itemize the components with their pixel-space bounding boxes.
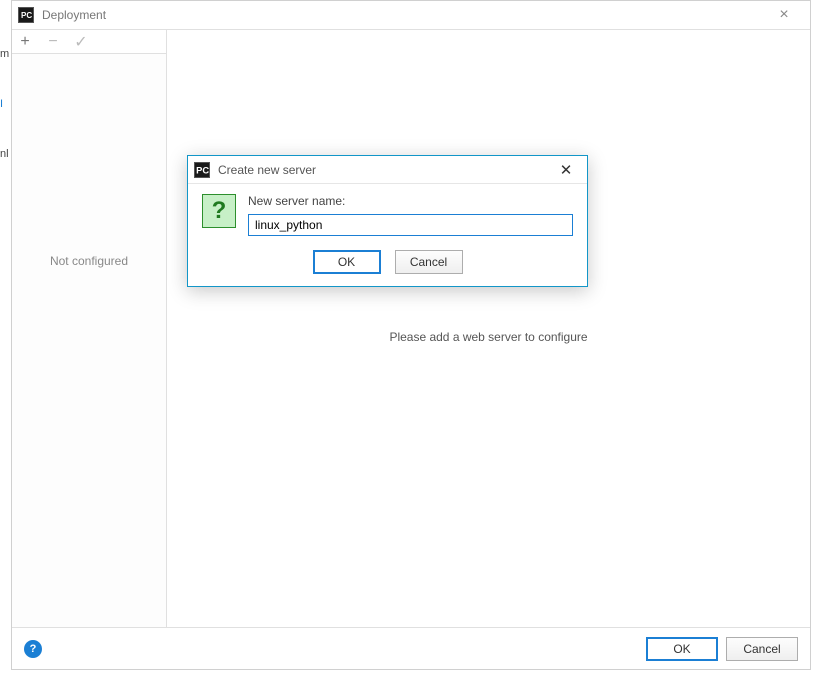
window-titlebar: PC Deployment ×: [12, 1, 810, 29]
pycharm-icon: PC: [18, 7, 34, 23]
svg-text:PC: PC: [196, 165, 209, 175]
deployment-window: PC Deployment × + − ✓ Not configured Ple…: [11, 0, 811, 670]
dialog-ok-button[interactable]: OK: [313, 250, 381, 274]
dialog-fields: New server name:: [248, 194, 573, 236]
pycharm-icon: PC: [194, 162, 210, 178]
set-default-button[interactable]: ✓: [72, 33, 90, 51]
remove-server-button[interactable]: −: [44, 33, 62, 51]
window-title: Deployment: [42, 8, 764, 22]
bg-fragment: I: [0, 98, 11, 110]
not-configured-label: Not configured: [12, 254, 166, 268]
server-list: Not configured: [12, 54, 166, 627]
dialog-body: ? New server name:: [188, 184, 587, 240]
help-button[interactable]: ?: [24, 640, 42, 658]
window-body: + − ✓ Not configured Please add a web se…: [12, 29, 810, 627]
dialog-buttons: OK Cancel: [188, 240, 587, 286]
ok-button[interactable]: OK: [646, 637, 718, 661]
cancel-button[interactable]: Cancel: [726, 637, 798, 661]
create-server-dialog: PC Create new server ✕ ? New server name…: [187, 155, 588, 287]
server-list-sidebar: + − ✓ Not configured: [12, 30, 167, 627]
dialog-titlebar: PC Create new server ✕: [188, 156, 587, 184]
server-name-label: New server name:: [248, 194, 573, 208]
dialog-cancel-button[interactable]: Cancel: [395, 250, 463, 274]
server-name-input[interactable]: [248, 214, 573, 236]
window-close-button[interactable]: ×: [764, 7, 804, 23]
svg-text:PC: PC: [21, 11, 32, 20]
add-server-button[interactable]: +: [16, 33, 34, 51]
question-icon: ?: [202, 194, 236, 228]
server-config-panel: Please add a web server to configure: [167, 30, 810, 627]
bg-fragment: nl: [0, 148, 11, 160]
placeholder-message: Please add a web server to configure: [167, 330, 810, 344]
window-footer: ? OK Cancel: [12, 627, 810, 669]
dialog-title: Create new server: [218, 163, 551, 177]
bg-fragment: m: [0, 48, 11, 60]
dialog-close-button[interactable]: ✕: [551, 161, 581, 179]
sidebar-toolbar: + − ✓: [12, 30, 166, 54]
